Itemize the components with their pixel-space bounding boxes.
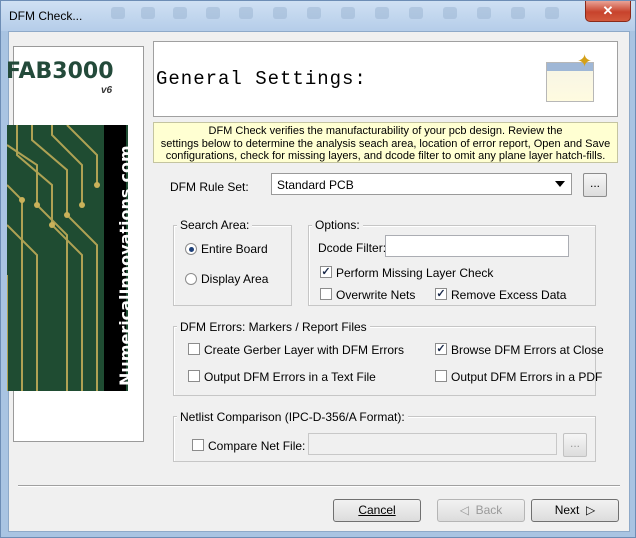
background-toolbar-icon [477,7,491,19]
output-pdf-checkbox[interactable] [435,370,447,382]
compare-net-checkbox[interactable] [192,439,204,451]
cancel-button[interactable]: Cancel [333,499,421,522]
create-gerber-checkbox[interactable] [188,343,200,355]
create-gerber-label[interactable]: Create Gerber Layer with DFM Errors [204,343,404,357]
display-area-radio[interactable] [185,273,197,285]
compare-net-label[interactable]: Compare Net File: [208,439,305,453]
output-text-label[interactable]: Output DFM Errors in a Text File [204,370,376,384]
background-toolbar-icon [341,7,355,19]
output-text-checkbox[interactable] [188,370,200,382]
netlist-title: Netlist Comparison (IPC-D-356/A Format): [177,410,408,424]
entire-board-radio[interactable] [185,243,197,255]
rule-set-browse-button[interactable]: ... [583,173,607,197]
search-area-group [173,225,292,306]
overwrite-nets-label[interactable]: Overwrite Nets [336,288,415,302]
display-area-label[interactable]: Display Area [201,272,268,286]
logo-version: v6 [101,85,113,96]
remove-excess-label[interactable]: Remove Excess Data [451,288,566,302]
info-line: settings below to determine the analysis… [160,137,611,150]
missing-layer-checkbox[interactable]: ✓ [320,266,332,278]
remove-excess-checkbox[interactable]: ✓ [435,288,447,300]
output-pdf-label[interactable]: Output DFM Errors in a PDF [451,370,602,384]
browse-close-checkbox[interactable]: ✓ [435,343,447,355]
background-toolbar-icon [273,7,287,19]
close-button[interactable]: ✕ [585,1,631,22]
background-toolbar-icon [443,7,457,19]
next-button-label: Next [554,503,580,517]
back-button[interactable]: ◁ Back [437,499,525,522]
cancel-button-label: Cancel [358,503,396,517]
overwrite-nets-checkbox[interactable] [320,288,332,300]
rule-set-select[interactable]: Standard PCB [271,173,572,195]
dfm-check-window: DFM Check... ✕ FAB3000 v6 NumericalInnov… [0,0,636,538]
page-title: General Settings: [156,68,367,90]
close-icon: ✕ [602,3,614,18]
dfm-errors-group [173,326,596,396]
background-toolbar-icon [173,7,187,19]
missing-layer-label[interactable]: Perform Missing Layer Check [336,266,493,280]
background-toolbar-icon [239,7,253,19]
window-title: DFM Check... [9,9,83,23]
dcode-filter-input[interactable] [385,235,569,257]
next-button[interactable]: Next ▷ [531,499,619,522]
window-sparkle-icon: ✦ [546,51,594,102]
chevron-right-icon: ▷ [579,503,596,517]
title-bar[interactable]: DFM Check... ✕ [1,1,635,31]
website-vertical-text: NumericalInnovations.com [116,145,135,386]
background-toolbar-icon [375,7,389,19]
rule-set-value: Standard PCB [277,178,354,192]
background-toolbar-icon [307,7,321,19]
background-toolbar-icon [111,7,125,19]
net-file-input[interactable] [308,433,557,455]
background-toolbar-icon [206,7,220,19]
background-toolbar-icon [141,7,155,19]
dcode-filter-label: Dcode Filter: [318,241,387,255]
info-line: configurations, check for missing layers… [165,150,606,162]
chevron-down-icon[interactable] [555,181,565,187]
options-title: Options: [312,218,363,232]
pcb-graphic [7,125,128,391]
background-toolbar-icon [545,7,559,19]
entire-board-label[interactable]: Entire Board [201,242,268,256]
rule-set-label: DFM Rule Set: [170,180,249,194]
back-button-label: Back [475,503,503,517]
info-line: DFM Check verifies the manufacturability… [208,125,563,137]
info-banner: DFM Check verifies the manufacturability… [153,122,618,163]
search-area-title: Search Area: [177,218,253,232]
background-toolbar-icon [511,7,525,19]
footer-divider [18,485,620,487]
browse-close-label[interactable]: Browse DFM Errors at Close [451,343,604,357]
background-toolbar-icon [409,7,423,19]
chevron-left-icon: ◁ [459,503,476,517]
net-file-browse-button[interactable]: ... [563,433,587,457]
wizard-header: General Settings: ✦ [153,41,618,117]
fab3000-logo: FAB3000 [6,59,114,84]
dfm-errors-title: DFM Errors: Markers / Report Files [177,320,370,334]
